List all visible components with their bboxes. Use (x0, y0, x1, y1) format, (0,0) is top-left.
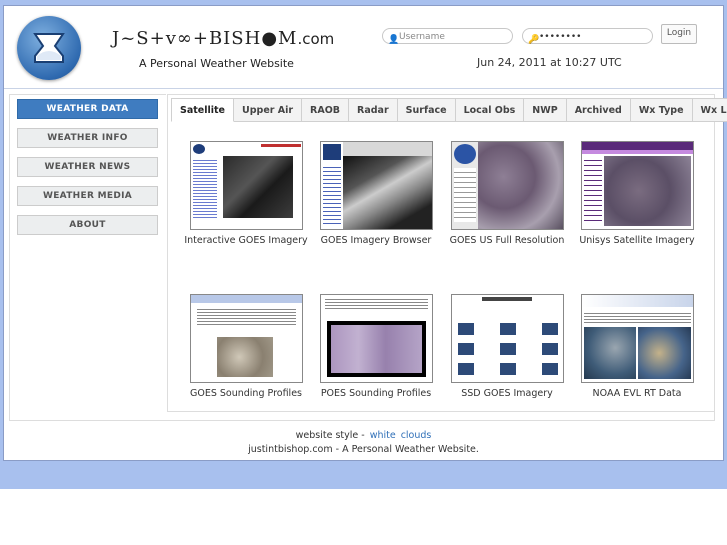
tab-local-obs[interactable]: Local Obs (455, 98, 525, 122)
thumb-unisys-satellite[interactable] (581, 141, 694, 230)
style-switcher: website style - white clouds (0, 430, 727, 441)
sidebar-item-weather-media[interactable]: WEATHER MEDIA (17, 186, 158, 206)
thumb-noaa-evl-rt-data[interactable] (581, 294, 694, 383)
page-frame: J~S+v∞+BISH●M.com A Personal Weather Web… (3, 5, 727, 461)
wordmark-domain: .com (297, 30, 335, 48)
tab-upper-air[interactable]: Upper Air (234, 98, 303, 122)
sidebar-item-weather-data[interactable]: WEATHER DATA (17, 99, 158, 119)
tab-raob[interactable]: RAOB (302, 98, 350, 122)
sidebar-nav: WEATHER DATA WEATHER INFO WEATHER NEWS W… (17, 99, 158, 244)
password-input[interactable]: 🔑 •••••••• (522, 28, 653, 45)
thumb-ssd-goes-imagery[interactable] (451, 294, 564, 383)
tab-radar[interactable]: Radar (349, 98, 398, 122)
username-input[interactable]: 👤 Username (382, 28, 513, 45)
tab-bar: Satellite Upper Air RAOB Radar Surface L… (171, 98, 727, 122)
username-placeholder: Username (399, 32, 445, 42)
current-datetime: Jun 24, 2011 at 10:27 UTC (477, 56, 622, 69)
style-clouds-link[interactable]: clouds (401, 430, 432, 441)
key-icon: 🔑 (528, 35, 540, 45)
label-goes-us-full-resolution[interactable]: GOES US Full Resolution (442, 234, 572, 247)
site-tagline: A Personal Weather Website (139, 57, 294, 70)
label-poes-sounding-profiles[interactable]: POES Sounding Profiles (311, 387, 441, 400)
style-white-link[interactable]: white (370, 430, 396, 441)
thumb-poes-sounding-profiles[interactable] (320, 294, 433, 383)
user-icon: 👤 (388, 35, 400, 45)
site-header: J~S+v∞+BISH●M.com A Personal Weather Web… (4, 6, 723, 89)
tab-wx-links[interactable]: Wx Links (692, 98, 727, 122)
thumb-interactive-goes[interactable] (190, 141, 303, 230)
wordmark-glyphs: J~S+v∞+BISH●M (112, 28, 298, 49)
label-goes-imagery-browser[interactable]: GOES Imagery Browser (311, 234, 441, 247)
tab-satellite[interactable]: Satellite (171, 98, 234, 122)
label-interactive-goes[interactable]: Interactive GOES Imagery (181, 234, 311, 247)
tab-archived[interactable]: Archived (566, 98, 631, 122)
footer-copyright: justintbishop.com - A Personal Weather W… (248, 444, 479, 455)
site-logo-icon[interactable] (17, 16, 81, 80)
style-switcher-label: website style - (295, 430, 365, 441)
label-noaa-evl-rt-data[interactable]: NOAA EVL RT Data (572, 387, 702, 400)
password-value: •••••••• (539, 32, 582, 42)
thumb-goes-us-full-resolution[interactable] (451, 141, 564, 230)
tab-wx-type[interactable]: Wx Type (630, 98, 693, 122)
site-wordmark: J~S+v∞+BISH●M.com (112, 28, 334, 49)
label-unisys-satellite[interactable]: Unisys Satellite Imagery (572, 234, 702, 247)
login-button[interactable]: Login (661, 24, 697, 44)
sidebar-item-weather-info[interactable]: WEATHER INFO (17, 128, 158, 148)
tab-nwp[interactable]: NWP (524, 98, 567, 122)
label-goes-sounding-profiles[interactable]: GOES Sounding Profiles (181, 387, 311, 400)
thumb-goes-sounding-profiles[interactable] (190, 294, 303, 383)
sidebar-item-about[interactable]: ABOUT (17, 215, 158, 235)
panel-bottom (9, 412, 715, 421)
thumb-goes-imagery-browser[interactable] (320, 141, 433, 230)
tab-surface[interactable]: Surface (397, 98, 456, 122)
sidebar-item-weather-news[interactable]: WEATHER NEWS (17, 157, 158, 177)
label-ssd-goes-imagery[interactable]: SSD GOES Imagery (442, 387, 572, 400)
